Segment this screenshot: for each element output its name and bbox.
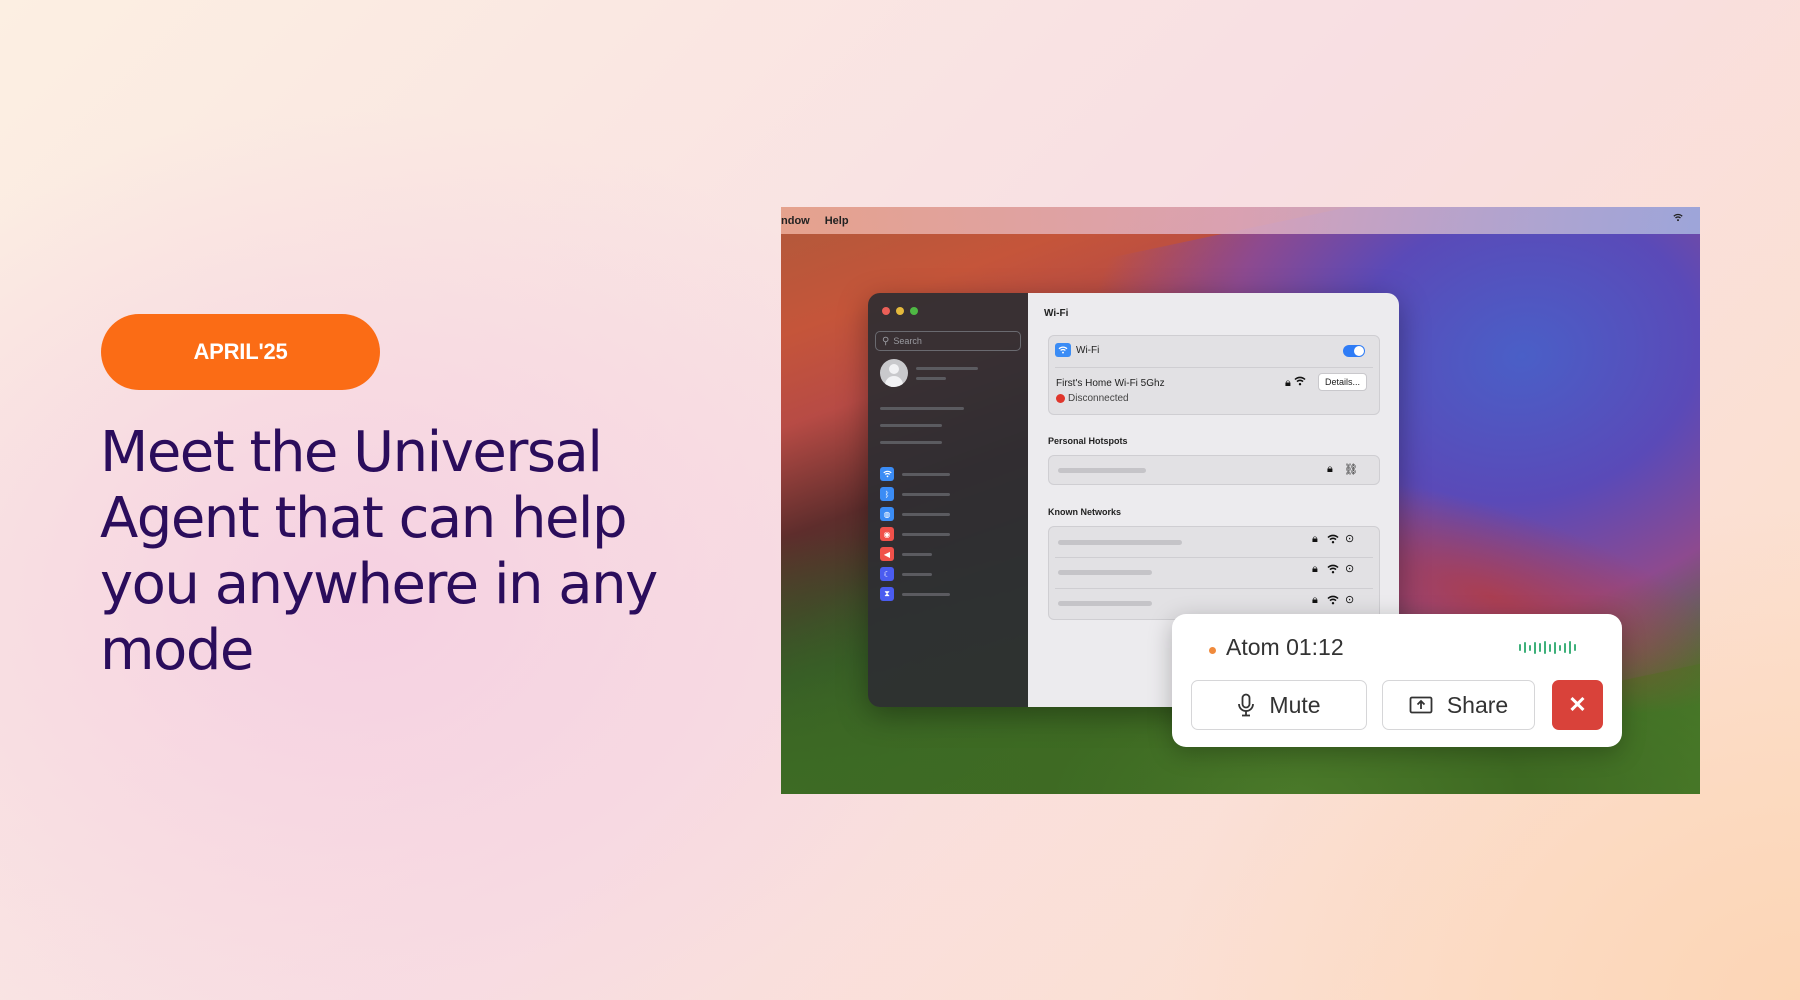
wifi-signal-icon: [1294, 376, 1306, 389]
lock-icon: 🔒︎: [1312, 563, 1318, 575]
minimize-window-button[interactable]: [896, 307, 904, 315]
more-options-icon[interactable]: ⊙: [1345, 532, 1354, 545]
known-networks-list: 🔒︎ ⊙ 🔒︎ ⊙ 🔒︎ ⊙: [1048, 526, 1380, 620]
network-name: First's Home Wi-Fi 5Ghz: [1056, 378, 1165, 389]
agent-call-widget: Atom 01:12 Mute Share ✕: [1172, 614, 1622, 747]
menubar-wifi-icon[interactable]: [1673, 213, 1683, 225]
zoom-window-button[interactable]: [910, 307, 918, 315]
user-avatar[interactable]: [880, 359, 908, 387]
sidebar-item-wifi[interactable]: [880, 467, 1020, 481]
end-call-button[interactable]: ✕: [1552, 680, 1603, 730]
mac-menubar: ndow Help: [781, 207, 1700, 234]
pane-title: Wi-Fi: [1044, 308, 1069, 319]
date-badge: APRIL'25: [101, 314, 380, 390]
network-status: Disconnected: [1056, 393, 1129, 404]
mute-button[interactable]: Mute: [1191, 680, 1367, 730]
sidebar-item-sound[interactable]: ◀: [880, 547, 1020, 561]
audio-waveform-icon: [1519, 641, 1576, 654]
sidebar-item-focus[interactable]: ☾: [880, 567, 1020, 581]
sidebar-placeholder-line: [880, 407, 964, 410]
known-networks-label: Known Networks: [1048, 507, 1122, 517]
settings-sidebar: ⚲ Search ᛒ ◍ ◉ ◀ ☾ ⧗: [868, 293, 1028, 707]
wifi-icon: [1055, 343, 1071, 357]
sidebar-search-input[interactable]: ⚲ Search: [875, 331, 1021, 351]
network-indicators: 🔒︎: [1285, 376, 1306, 390]
menu-help[interactable]: Help: [825, 215, 849, 227]
sidebar-item-screen-time[interactable]: ⧗: [880, 587, 1020, 601]
close-icon: ✕: [1568, 692, 1587, 717]
account-subtitle-placeholder: [916, 377, 946, 380]
network-status-text: Disconnected: [1068, 393, 1129, 404]
headline: Meet the Universal Agent that can help y…: [100, 420, 658, 683]
more-options-icon[interactable]: ⊙: [1345, 593, 1354, 606]
link-icon: ⛓: [1344, 464, 1358, 476]
screenshot-preview: ndow Help ⚲ Search ᛒ ◍ ◉ ◀ ☾ ⧗ Wi-Fi Wi-…: [781, 207, 1700, 794]
lock-icon: 🔒︎: [1312, 594, 1318, 606]
wifi-signal-icon: [1327, 534, 1339, 547]
focus-moon-icon: ☾: [880, 567, 894, 581]
share-label: Share: [1446, 691, 1509, 718]
network-icon: ◍: [880, 507, 894, 521]
mute-label: Mute: [1269, 691, 1321, 718]
microphone-icon: [1237, 693, 1255, 717]
menu-window[interactable]: ndow: [781, 215, 810, 227]
share-button[interactable]: Share: [1382, 680, 1535, 730]
share-screen-icon: [1409, 696, 1433, 714]
wifi-toggle-row: Wi-Fi: [1055, 343, 1099, 357]
wifi-icon: [880, 467, 894, 481]
lock-icon: 🔒︎: [1327, 463, 1333, 475]
lock-icon: 🔒︎: [1312, 533, 1318, 545]
status-dot-icon: [1056, 394, 1065, 403]
account-name-placeholder: [916, 367, 978, 370]
bluetooth-icon: ᛒ: [880, 487, 894, 501]
sidebar-item-notifications[interactable]: ◉: [880, 527, 1020, 541]
notifications-icon: ◉: [880, 527, 894, 541]
personal-hotspots-label: Personal Hotspots: [1048, 436, 1128, 446]
live-indicator-dot: [1209, 647, 1216, 654]
wifi-panel: Wi-Fi First's Home Wi-Fi 5Ghz Disconnect…: [1048, 335, 1380, 415]
wifi-toggle[interactable]: [1343, 345, 1365, 357]
sidebar-placeholder-line: [880, 441, 942, 444]
sidebar-item-bluetooth[interactable]: ᛒ: [880, 487, 1020, 501]
personal-hotspot-row[interactable]: 🔒︎ ⛓: [1048, 455, 1380, 485]
search-placeholder: Search: [893, 336, 922, 346]
screen-time-icon: ⧗: [880, 587, 894, 601]
window-controls: [882, 307, 918, 315]
sound-icon: ◀: [880, 547, 894, 561]
more-options-icon[interactable]: ⊙: [1345, 562, 1354, 575]
wifi-signal-icon: [1327, 564, 1339, 577]
sidebar-item-network[interactable]: ◍: [880, 507, 1020, 521]
close-window-button[interactable]: [882, 307, 890, 315]
lock-icon: 🔒︎: [1285, 377, 1291, 389]
sidebar-placeholder-line: [880, 424, 942, 427]
wifi-toggle-label: Wi-Fi: [1076, 344, 1100, 356]
call-title: Atom 01:12: [1226, 634, 1344, 660]
wifi-signal-icon: [1327, 595, 1339, 608]
search-icon: ⚲: [882, 335, 890, 347]
details-button[interactable]: Details...: [1318, 373, 1368, 391]
